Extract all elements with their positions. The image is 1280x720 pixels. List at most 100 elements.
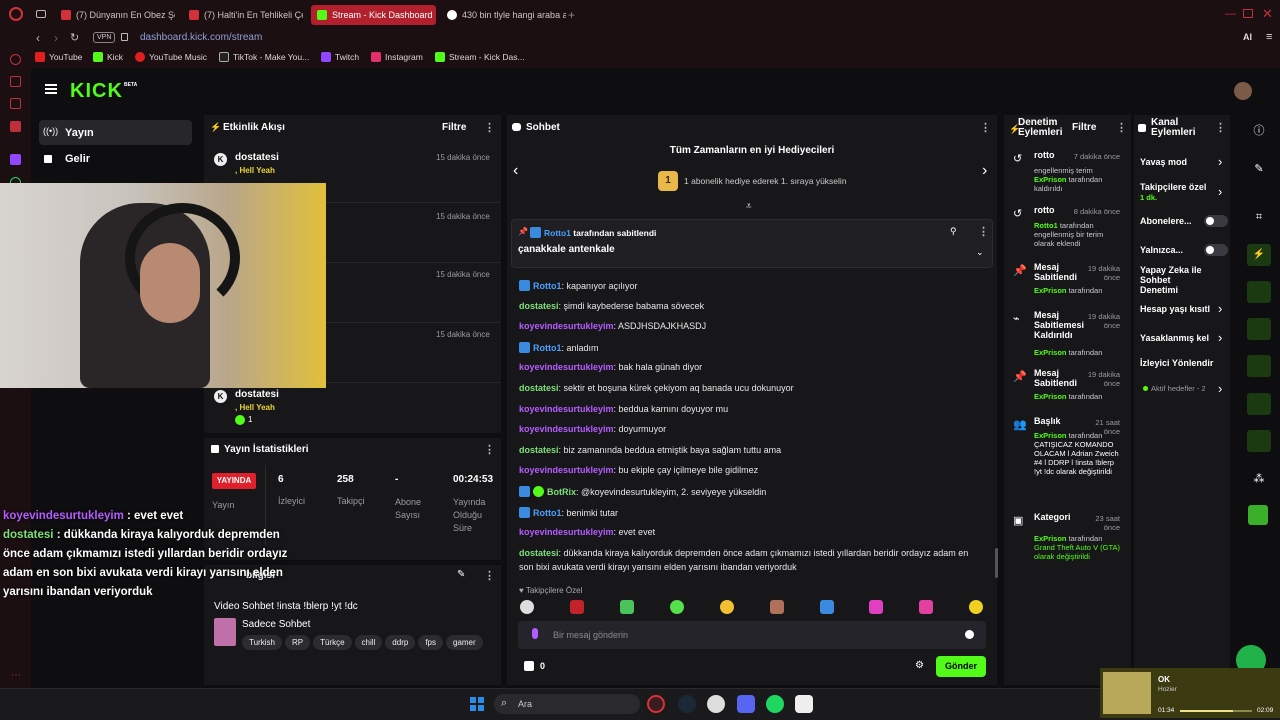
- bookmark-twitch[interactable]: Twitch: [321, 52, 359, 62]
- url-field[interactable]: dashboard.kick.com/stream: [140, 32, 262, 43]
- emote-icon[interactable]: [770, 600, 784, 614]
- moderator-name[interactable]: ExPrison: [1034, 348, 1067, 357]
- chat-message[interactable]: Rotto1: kapanıyor açılıyor: [519, 280, 638, 291]
- moderation-filter-button[interactable]: Filtre: [1072, 122, 1096, 133]
- subscribers-only-toggle[interactable]: [1204, 215, 1228, 227]
- chat-username[interactable]: koyevindesurtukleyim: [519, 465, 614, 475]
- chat-scrollbar[interactable]: [995, 548, 998, 578]
- nav-item-broadcast[interactable]: [39, 120, 192, 145]
- chat-message[interactable]: koyevindesurtukleyim: doyurmuyor: [519, 424, 666, 434]
- emote-icon[interactable]: [670, 600, 684, 614]
- opera-taskbar-icon[interactable]: [647, 695, 665, 713]
- epic-games-icon[interactable]: [795, 695, 813, 713]
- chevron-right-icon[interactable]: ›: [1218, 184, 1222, 199]
- workspaces-icon[interactable]: [36, 10, 46, 18]
- emotes-only-toggle[interactable]: [1204, 244, 1228, 256]
- chat-message[interactable]: Rotto1: anladım: [519, 341, 599, 353]
- moderation-entry-title[interactable]: Başlık: [1034, 416, 1084, 426]
- pencil-icon[interactable]: ✎: [1253, 163, 1265, 175]
- chat-message[interactable]: BotRix: @koyevindesurtukleyim, 2. seviye…: [519, 486, 766, 497]
- discord-icon[interactable]: [737, 695, 755, 713]
- chat-message[interactable]: dostatesi: sektir et boşuna kürek çekiyo…: [519, 383, 794, 393]
- browser-tab-active[interactable]: Stream - Kick Dashboard: [311, 5, 436, 25]
- github-icon[interactable]: [707, 695, 725, 713]
- chevron-right-icon[interactable]: ›: [1218, 154, 1222, 169]
- emote-icon[interactable]: [820, 600, 834, 614]
- avatar[interactable]: [1234, 82, 1252, 100]
- bookmark-instagram[interactable]: Instagram: [371, 52, 423, 62]
- account-age-item[interactable]: Hesap yaşı kısıtl: [1140, 304, 1215, 314]
- chevron-right-icon[interactable]: ›: [1218, 381, 1222, 396]
- twitch-sidebar-icon[interactable]: [10, 154, 21, 165]
- chat-username[interactable]: Rotto1: [533, 343, 562, 353]
- chat-username[interactable]: koyevindesurtukleyim: [519, 424, 614, 434]
- chat-username[interactable]: dostatesi: [519, 301, 559, 311]
- chat-username[interactable]: koyevindesurtukleyim: [519, 321, 614, 331]
- chat-message[interactable]: koyevindesurtukleyim: bu ekiple çay içil…: [519, 465, 758, 475]
- browser-tab[interactable]: (7) Halti'in En Tehlikeli Çet: [183, 5, 303, 25]
- category-name[interactable]: Sadece Sohbet: [242, 619, 310, 630]
- moderator-name[interactable]: ExPrison: [1034, 175, 1067, 184]
- moderator-name[interactable]: ExPrison: [1034, 431, 1067, 440]
- ai-button[interactable]: AI: [1243, 32, 1252, 42]
- quick-action-chat-icon[interactable]: [1247, 318, 1271, 340]
- reload-icon[interactable]: ↻: [70, 31, 79, 44]
- mic-icon[interactable]: [532, 628, 538, 639]
- chat-message[interactable]: koyevindesurtukleyim: evet evet: [519, 527, 655, 537]
- banned-words-item[interactable]: Yasaklanmış kel: [1140, 333, 1215, 343]
- quick-action-notes-icon[interactable]: [1247, 281, 1271, 303]
- hamburger-icon[interactable]: [45, 84, 57, 94]
- chevron-right-icon[interactable]: ›: [1218, 301, 1222, 316]
- edit-icon[interactable]: ✎: [457, 569, 465, 580]
- chat-username[interactable]: BotRix: [547, 487, 576, 497]
- messenger-icon[interactable]: [10, 76, 21, 87]
- chat-more-icon[interactable]: ⋮: [980, 121, 991, 134]
- youtube-sidebar-icon[interactable]: [10, 121, 21, 132]
- channel-more-icon[interactable]: ⋮: [1215, 121, 1226, 134]
- moderator-name[interactable]: Rotto1: [1034, 221, 1058, 230]
- windows-start-icon[interactable]: [470, 697, 484, 711]
- followers-only-item[interactable]: Takipçilere özel: [1140, 182, 1206, 192]
- stats-more-icon[interactable]: ⋮: [484, 443, 495, 456]
- share-icon[interactable]: ⁂: [1253, 473, 1265, 485]
- taskbar-search[interactable]: [494, 694, 640, 714]
- tag[interactable]: RP: [284, 635, 311, 650]
- moderation-entry-title[interactable]: Mesaj Sabitlemesi Kaldırıldı: [1034, 310, 1084, 340]
- quick-action-green-icon[interactable]: [1248, 505, 1268, 525]
- emote-icon[interactable]: [570, 600, 584, 614]
- tag[interactable]: gamer: [445, 635, 483, 650]
- forward-icon[interactable]: ›: [54, 31, 58, 45]
- chevron-left-icon[interactable]: ‹: [513, 162, 518, 180]
- chat-username[interactable]: koyevindesurtukleyim: [519, 527, 614, 537]
- moderator-name[interactable]: ExPrison: [1034, 534, 1067, 543]
- moderation-entry-title[interactable]: Kategori: [1034, 512, 1084, 522]
- emote-icon[interactable]: [520, 600, 534, 614]
- bookmark-kick-dashboard[interactable]: Stream - Kick Das...: [435, 52, 525, 62]
- tag[interactable]: chill: [354, 635, 383, 650]
- chat-message[interactable]: koyevindesurtukleyim: bak hala günah diy…: [519, 362, 702, 372]
- emoji-icon[interactable]: [965, 630, 974, 639]
- chat-username[interactable]: koyevindesurtukleyim: [519, 362, 614, 372]
- chat-message[interactable]: koyevindesurtukleyim: ASDJHSDAJKHASDJ: [519, 321, 706, 331]
- new-tab-button[interactable]: +: [568, 8, 575, 22]
- window-close-icon[interactable]: ✕: [1262, 6, 1273, 22]
- slow-mode-item[interactable]: Yavaş mod: [1140, 157, 1187, 167]
- moderation-more-icon[interactable]: ⋮: [1116, 121, 1127, 134]
- chat-message[interactable]: dostatesi: şimdi kaybederse babama sövec…: [519, 301, 704, 311]
- list-item[interactable]: K dostatesi , Hell Yeah 1: [204, 384, 501, 432]
- emote-icon[interactable]: [969, 600, 983, 614]
- window-maximize-icon[interactable]: [1243, 9, 1253, 18]
- activity-more-icon[interactable]: ⋮: [484, 121, 495, 134]
- chevron-down-icon[interactable]: ⌄: [976, 247, 984, 258]
- quick-action-layout-icon[interactable]: [1247, 393, 1271, 415]
- bookmark-tiktok[interactable]: TikTok - Make You...: [219, 52, 309, 62]
- bookmark-kick[interactable]: Kick: [93, 52, 123, 62]
- tag[interactable]: fps: [418, 635, 443, 650]
- tag[interactable]: Turkish: [242, 635, 282, 650]
- stream-info-more-icon[interactable]: ⋮: [484, 569, 495, 582]
- emotes-only-item[interactable]: Yalnızca...: [1140, 245, 1183, 255]
- moderation-entry-title[interactable]: Mesaj Sabitlendi: [1034, 262, 1084, 282]
- chat-username[interactable]: dostatesi: [519, 445, 559, 455]
- tag[interactable]: Türkçe: [313, 635, 352, 650]
- chat-message[interactable]: dostatesi: biz zamanında beddua etmiştik…: [519, 445, 781, 455]
